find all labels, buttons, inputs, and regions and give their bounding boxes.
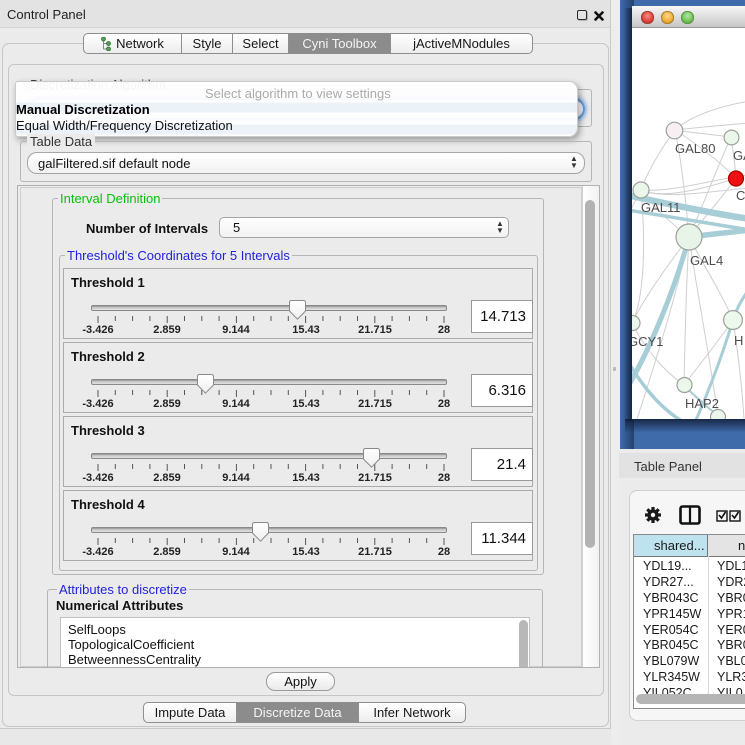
svg-text:GAL80: GAL80 xyxy=(675,141,715,156)
svg-text:C: C xyxy=(736,188,745,203)
svg-text:H: H xyxy=(734,333,743,348)
svg-text:GA: GA xyxy=(733,148,745,163)
svg-text:GAL4: GAL4 xyxy=(690,253,723,268)
svg-text:HAP2: HAP2 xyxy=(685,396,719,411)
svg-text:GAL11: GAL11 xyxy=(641,200,681,215)
svg-text:GCY1: GCY1 xyxy=(632,334,663,349)
